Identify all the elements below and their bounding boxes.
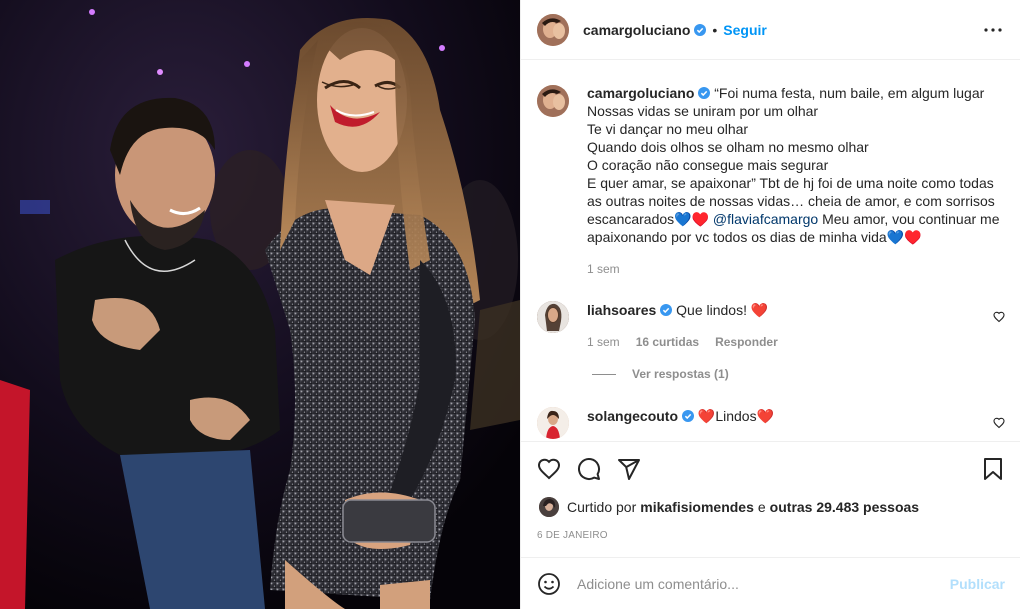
caption-row: camargoluciano “Foi numa festa, num bail… — [537, 85, 1005, 278]
post-date[interactable]: 6 DE JANEIRO — [537, 530, 608, 541]
likes-middle: e — [757, 499, 766, 515]
comment-heart-icon[interactable] — [993, 417, 1005, 429]
verified-badge-icon — [660, 304, 673, 316]
likes-summary: Curtido por mikafisiomendes e outras 29.… — [539, 497, 919, 517]
commenter-username[interactable]: solangecouto — [587, 408, 678, 424]
caption-time[interactable]: 1 sem — [587, 260, 620, 278]
publish-button[interactable]: Publicar — [950, 576, 1005, 592]
caption-avatar[interactable] — [537, 85, 569, 117]
caption-meta: 1 sem — [587, 260, 1000, 278]
more-options-icon[interactable] — [981, 20, 1005, 40]
send-icon[interactable] — [617, 457, 641, 481]
verified-badge-icon — [698, 87, 711, 99]
bookmark-icon[interactable] — [981, 457, 1005, 481]
follow-button[interactable]: Seguir — [723, 22, 767, 38]
comment-text-line: solangecouto ❤️Lindos❤️ — [587, 407, 774, 425]
likes-others[interactable]: outras 29.483 pessoas — [770, 499, 919, 515]
comment-likes[interactable]: 16 curtidas — [636, 333, 699, 351]
caption-body: “Foi numa festa, num baile, em algum lug… — [587, 85, 995, 227]
comment-meta: 1 sem 16 curtidas Responder — [587, 333, 778, 351]
comment-time[interactable]: 1 sem — [587, 333, 620, 351]
commenter-username[interactable]: liahsoares — [587, 302, 656, 318]
header-separator: • — [712, 21, 718, 38]
emoji-icon[interactable] — [537, 572, 561, 596]
verified-badge-icon — [682, 410, 695, 422]
caption-username[interactable]: camargoluciano — [587, 85, 694, 101]
post-details-panel: camargoluciano • Seguir camargoluciano “… — [520, 0, 1020, 609]
likes-prefix: Curtido por — [567, 499, 637, 515]
author-avatar[interactable] — [537, 13, 569, 46]
comment-text: Que lindos! ❤️ — [676, 302, 769, 318]
liker-username[interactable]: mikafisiomendes — [640, 499, 754, 515]
commenter-avatar[interactable] — [537, 301, 569, 333]
verified-badge-icon — [694, 23, 707, 36]
reply-button[interactable]: Responder — [715, 333, 778, 351]
comments-list[interactable]: camargoluciano “Foi numa festa, num bail… — [521, 61, 1020, 441]
view-replies-button[interactable]: Ver respostas (1) — [592, 367, 729, 381]
post-header: camargoluciano • Seguir — [521, 0, 1020, 60]
comment-heart-icon[interactable] — [993, 311, 1005, 323]
heart-icon[interactable] — [537, 457, 561, 481]
post-photo[interactable] — [0, 0, 520, 609]
caption-text: camargoluciano “Foi numa festa, num bail… — [587, 84, 1000, 246]
comment-row: solangecouto ❤️Lindos❤️ — [537, 407, 1005, 439]
party-photo-illustration — [0, 0, 520, 609]
action-icons — [537, 457, 641, 481]
comment-row: liahsoares Que lindos! ❤️ 1 sem 16 curti… — [537, 301, 1005, 351]
replies-divider — [592, 373, 616, 375]
add-comment-bar: Publicar — [521, 557, 1020, 609]
comment-text-line: liahsoares Que lindos! ❤️ — [587, 301, 778, 319]
view-replies-label: Ver respostas (1) — [632, 367, 729, 381]
liker-avatar[interactable] — [539, 497, 559, 517]
commenter-avatar[interactable] — [537, 407, 569, 439]
caption-mention[interactable]: @flaviafcamargo — [713, 211, 818, 227]
post-actions: Curtido por mikafisiomendes e outras 29.… — [521, 441, 1020, 561]
comment-input[interactable] — [577, 575, 950, 592]
author-username[interactable]: camargoluciano — [583, 22, 690, 38]
comment-icon[interactable] — [577, 457, 601, 481]
comment-text: ❤️Lindos❤️ — [697, 408, 775, 424]
post-viewer: camargoluciano • Seguir camargoluciano “… — [0, 0, 1020, 609]
